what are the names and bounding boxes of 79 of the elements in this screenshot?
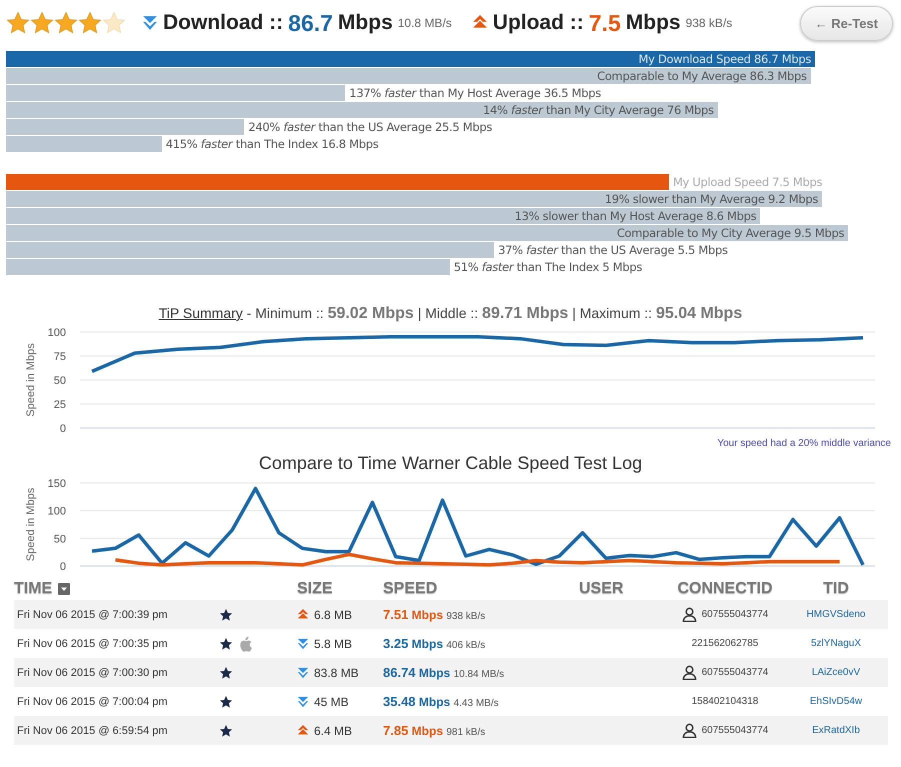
speed-cell: 7.85 Mbps 981 kB/s bbox=[383, 723, 486, 738]
download-rate: 10.8 MB/s bbox=[398, 16, 452, 30]
axis-tick-label: 50 bbox=[54, 533, 66, 546]
retest-button[interactable]: ← Re-Test bbox=[800, 6, 893, 40]
connectid-cell: 607555043774 bbox=[702, 725, 768, 736]
tip-summary-link[interactable]: TiP Summary bbox=[158, 305, 243, 321]
connectid-cell: 607555043774 bbox=[702, 667, 768, 678]
sort-dropdown-icon[interactable] bbox=[58, 583, 70, 595]
bar-label: Comparable to My City Average 9.5 Mbps bbox=[616, 226, 844, 240]
connectid-cell: 221562062785 bbox=[692, 638, 758, 649]
connectid-cell: 607555043774 bbox=[702, 609, 768, 620]
size-cell: 5.8 MB bbox=[314, 636, 352, 650]
download-arrow-icon bbox=[297, 638, 309, 650]
star-icon bbox=[219, 636, 233, 650]
column-header[interactable]: SPEED bbox=[383, 580, 438, 598]
star-icon bbox=[219, 608, 233, 622]
star-icon bbox=[219, 694, 233, 708]
column-header[interactable]: USER bbox=[579, 580, 624, 598]
speed-cell: 3.25 Mbps 406 kB/s bbox=[383, 636, 486, 651]
axis-label: Speed in Mbps bbox=[25, 343, 37, 417]
bar-label: 415% faster than The Index 16.8 Mbps bbox=[164, 137, 378, 151]
download-unit: Mbps bbox=[338, 11, 393, 35]
column-header[interactable]: CONNECTID bbox=[677, 580, 773, 598]
axis-tick-label: 100 bbox=[48, 327, 66, 339]
bar-label: 19% slower than My Average 9.2 Mbps bbox=[604, 192, 818, 206]
column-header[interactable]: SIZE bbox=[297, 580, 333, 598]
axis-label: Speed in Mbps bbox=[25, 488, 37, 562]
star-icon bbox=[219, 666, 233, 680]
speed-cell: 86.74 Mbps 10.84 MB/s bbox=[383, 665, 504, 680]
star-icon bbox=[219, 724, 233, 738]
tid-cell: HMGVSdeno bbox=[806, 609, 866, 620]
size-cell: 6.4 MB bbox=[314, 724, 352, 738]
column-header[interactable]: TID bbox=[823, 580, 849, 598]
bar-label: 14% faster than My City Average 76 Mbps bbox=[483, 103, 714, 117]
time-cell: Fri Nov 06 2015 @ 7:00:35 pm bbox=[17, 638, 168, 650]
axis-tick-label: 0 bbox=[60, 423, 66, 435]
upload-value: 7.5 bbox=[588, 10, 621, 36]
download-label: Download :: bbox=[163, 11, 284, 35]
axis-tick-label: 25 bbox=[54, 399, 66, 411]
tid-cell: ExRatdXIb bbox=[812, 725, 860, 736]
bar-label: 137% faster than My Host Average 36.5 Mbps bbox=[348, 86, 601, 100]
upload-arrow-icon bbox=[297, 608, 309, 620]
upload-label: Upload :: bbox=[492, 11, 584, 35]
bar-label: 13% slower than My Host Average 8.6 Mbps bbox=[514, 209, 756, 223]
bar-label: 240% faster than the US Average 25.5 Mbps bbox=[247, 120, 492, 134]
speed-cell: 7.51 Mbps 938 kB/s bbox=[383, 607, 486, 622]
download-arrow-icon bbox=[142, 15, 158, 31]
download-arrow-icon bbox=[297, 696, 309, 708]
variance-note: Your speed had a 20% middle variance bbox=[716, 438, 892, 449]
chart-title: Compare to Time Warner Cable Speed Test Log bbox=[258, 453, 644, 474]
axis-tick-label: 0 bbox=[60, 561, 66, 573]
column-header[interactable]: TIME bbox=[14, 580, 52, 598]
time-cell: Fri Nov 06 2015 @ 7:00:39 pm bbox=[17, 608, 168, 620]
axis-tick-label: 75 bbox=[54, 351, 66, 363]
time-cell: Fri Nov 06 2015 @ 7:00:04 pm bbox=[17, 696, 168, 708]
bar-label: My Download Speed 86.7 Mbps bbox=[638, 52, 812, 66]
axis-tick-label: 150 bbox=[48, 478, 66, 490]
size-cell: 83.8 MB bbox=[314, 666, 359, 680]
bar-label: 51% faster than The Index 5 Mbps bbox=[452, 260, 642, 274]
download-arrow-icon bbox=[297, 666, 309, 678]
bar-label: 37% faster than the US Average 5.5 Mbps bbox=[497, 243, 728, 257]
upload-arrow-icon bbox=[297, 724, 309, 736]
bar-label: Comparable to My Average 86.3 Mbps bbox=[597, 69, 807, 83]
bar-label: My Upload Speed 7.5 Mbps bbox=[672, 175, 822, 189]
download-value: 86.7 bbox=[288, 10, 333, 36]
time-cell: Fri Nov 06 2015 @ 7:00:30 pm bbox=[17, 666, 168, 678]
connectid-cell: 158402104318 bbox=[692, 696, 758, 707]
size-cell: 6.8 MB bbox=[314, 608, 352, 622]
upload-rate: 938 kB/s bbox=[686, 16, 732, 30]
summary-text: - Minimum :: 59.02 Mbps | Middle :: 89.71 Mbps | Maximum :: 95.04 Mbps bbox=[246, 305, 742, 321]
tid-cell: EhSIvD54w bbox=[810, 696, 862, 707]
axis-tick-label: 50 bbox=[54, 375, 66, 387]
time-cell: Fri Nov 06 2015 @ 6:59:54 pm bbox=[17, 724, 168, 736]
speed-cell: 35.48 Mbps 4.43 MB/s bbox=[383, 694, 499, 709]
axis-tick-label: 100 bbox=[48, 506, 66, 518]
upload-unit: Mbps bbox=[626, 11, 681, 35]
tid-cell: LAiZce0vV bbox=[812, 667, 860, 678]
size-cell: 45 MB bbox=[314, 694, 349, 708]
tid-cell: 5zlYNaguX bbox=[810, 638, 862, 649]
